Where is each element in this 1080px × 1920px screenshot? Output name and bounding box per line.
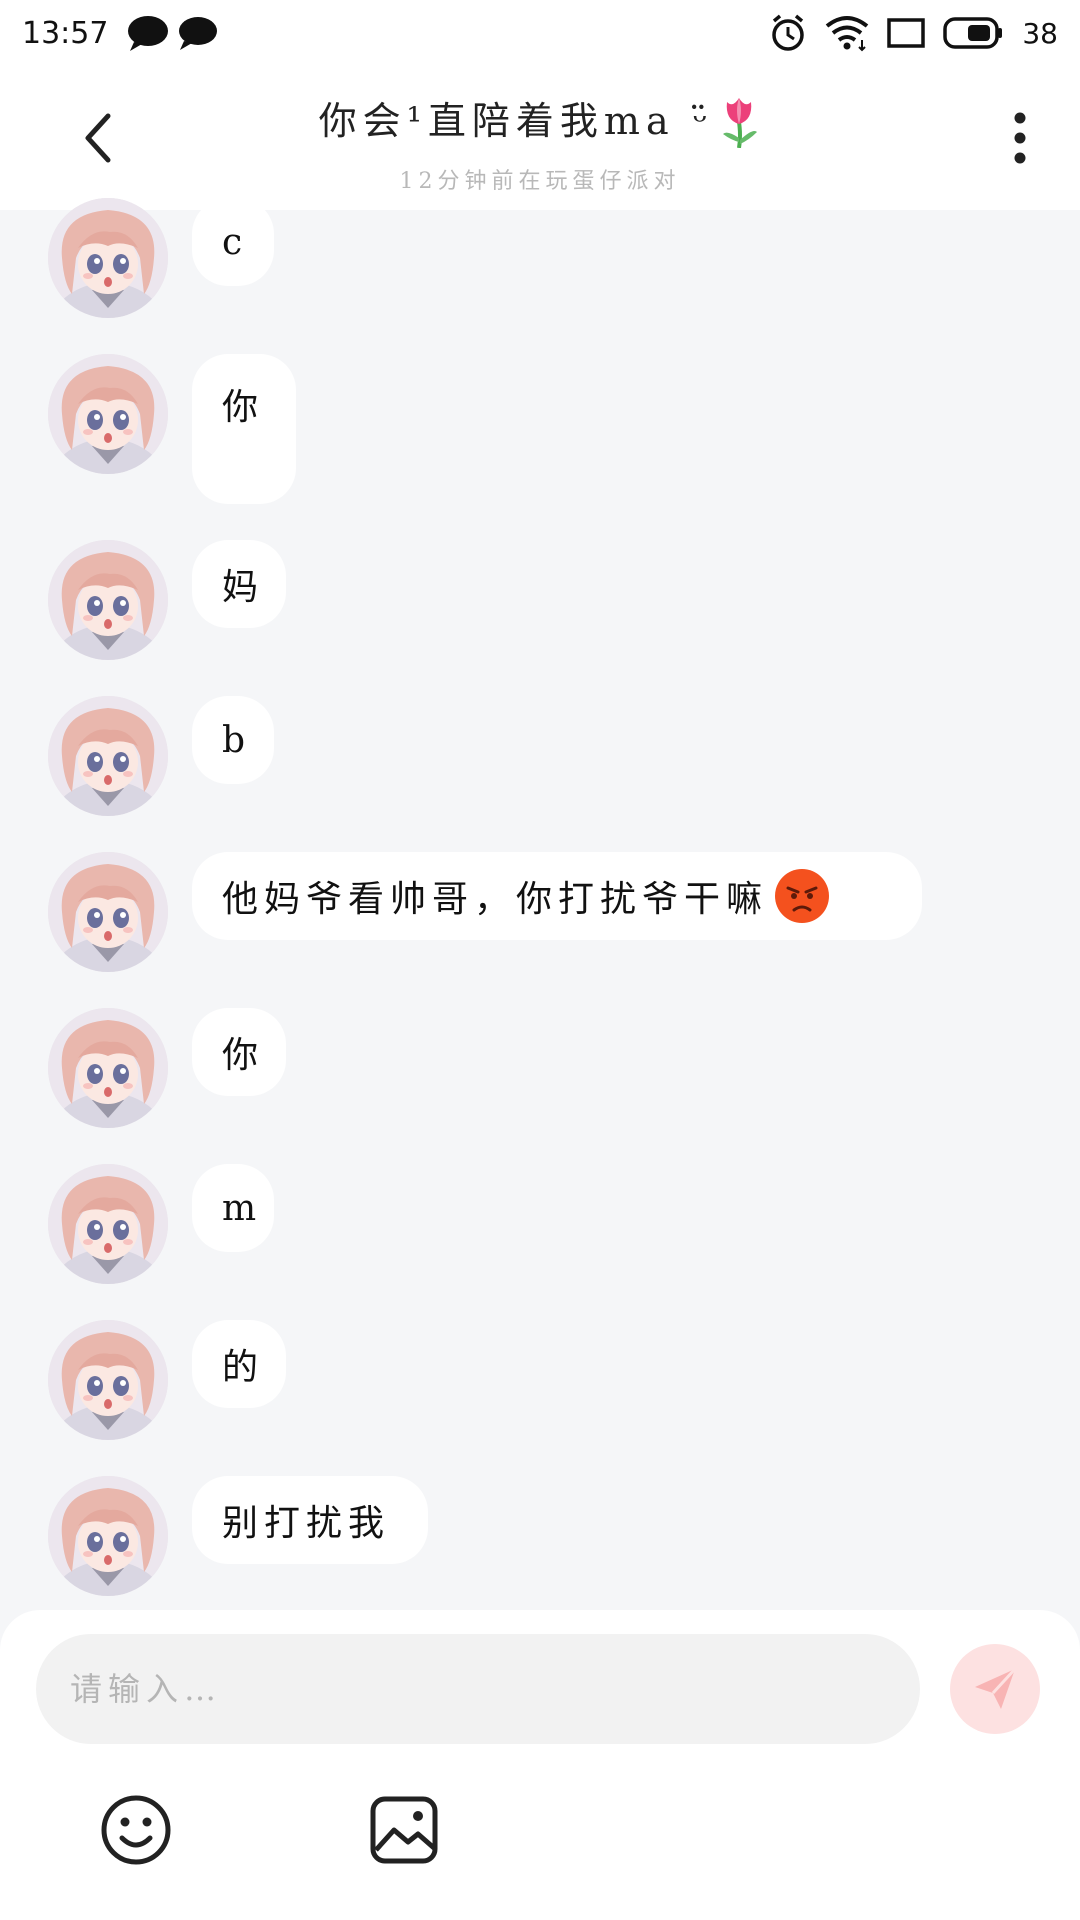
image-button[interactable] <box>368 1794 440 1866</box>
alarm-icon <box>772 14 805 51</box>
message-text: 他妈爷看帅哥，你打扰爷干嘛 <box>222 879 769 920</box>
avatar[interactable] <box>48 198 168 318</box>
title-area: 你会¹直陪着我ma ᵕ̈ 12分钟前在玩蛋仔派对 <box>0 90 1080 195</box>
status-time: 13:57 <box>22 15 109 51</box>
avatar[interactable] <box>48 696 168 816</box>
message-bubble[interactable]: 你 <box>192 354 296 504</box>
battery-icon <box>943 17 1003 49</box>
screen-cast-icon <box>887 18 926 48</box>
avatar[interactable] <box>48 1320 168 1440</box>
message-bubble[interactable]: 妈 <box>192 540 286 628</box>
message-bubble[interactable]: b <box>192 696 274 784</box>
image-icon <box>370 1796 438 1864</box>
message-composer <box>0 1610 1080 1920</box>
angry-face-icon <box>775 869 830 923</box>
avatar[interactable] <box>48 852 168 972</box>
message-bubble[interactable]: 他妈爷看帅哥，你打扰爷干嘛 <box>192 852 922 940</box>
message-list[interactable]: c 你 妈 b 他妈爷看帅哥，你打扰爷干嘛 你 m 的 别打扰我 <box>0 198 1080 1610</box>
status-bar: 13:57 38 <box>0 0 1080 66</box>
chat-screen: 13:57 38 你会¹直陪着我ma ᵕ̈ 12分钟前在玩蛋仔派对 c 你 妈 … <box>0 0 1080 1920</box>
avatar[interactable] <box>48 1476 168 1596</box>
more-options-button[interactable] <box>1000 108 1040 168</box>
message-bubble[interactable]: 的 <box>192 1320 286 1408</box>
chat-notification-icon <box>176 14 220 52</box>
battery-level: 38 <box>1022 16 1058 50</box>
wifi-icon <box>826 16 869 52</box>
page-title: 你会¹直陪着我ma ᵕ̈ <box>0 90 1080 157</box>
avatar[interactable] <box>48 1008 168 1128</box>
last-active-status: 12分钟前在玩蛋仔派对 <box>399 169 681 194</box>
chat-header: 你会¹直陪着我ma ᵕ̈ 12分钟前在玩蛋仔派对 <box>0 66 1080 210</box>
message-bubble[interactable]: 别打扰我 <box>192 1476 428 1564</box>
more-vertical-icon <box>1014 112 1026 164</box>
emoji-button[interactable] <box>100 1794 172 1866</box>
chat-notification-icon <box>126 14 170 52</box>
avatar[interactable] <box>48 1164 168 1284</box>
status-indicators: 38 <box>768 13 1058 53</box>
message-bubble[interactable]: 你 <box>192 1008 286 1096</box>
avatar[interactable] <box>48 354 168 474</box>
message-bubble[interactable]: m <box>192 1164 274 1252</box>
message-bubble[interactable]: c <box>192 198 274 286</box>
message-input[interactable] <box>36 1634 920 1744</box>
tulip-icon <box>717 92 761 157</box>
smiley-icon <box>101 1795 171 1865</box>
contact-name: 你会¹直陪着我ma ᵕ̈ <box>318 99 714 143</box>
avatar[interactable] <box>48 540 168 660</box>
send-button[interactable] <box>950 1644 1040 1734</box>
send-icon <box>975 1667 1017 1709</box>
